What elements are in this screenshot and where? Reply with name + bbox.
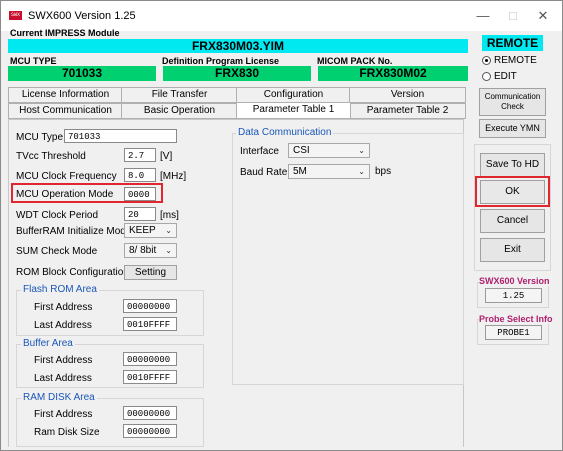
chevron-down-icon: ⌄ (358, 167, 365, 176)
mcu-type-field[interactable]: 701033 (64, 129, 177, 143)
flash-last-label: Last Address (34, 320, 92, 331)
sum-check-label: SUM Check Mode (16, 246, 98, 257)
execute-ymn-button[interactable]: Execute YMN (479, 119, 546, 138)
chevron-down-icon: ⌄ (358, 146, 365, 155)
buffer-first-label: First Address (34, 355, 93, 366)
flash-first-field[interactable]: 00000000 (123, 299, 177, 313)
baud-unit: bps (375, 166, 392, 177)
swx-version-value: 1.25 (485, 288, 542, 303)
save-to-hd-button[interactable]: Save To HD (480, 153, 545, 177)
tab-parameter-table-1[interactable]: Parameter Table 1 (236, 102, 351, 119)
bufferram-init-label: BufferRAM Initialize Mode (16, 226, 132, 237)
communication-check-button[interactable]: Communication Check (479, 88, 546, 116)
flash-last-field[interactable]: 0010FFFF (123, 317, 177, 331)
main-window: SWX SWX600 Version 1.25 — □ ✕ Current IM… (0, 0, 563, 451)
baud-rate-label: Baud Rate (240, 167, 288, 178)
tab-parameter-table-2[interactable]: Parameter Table 2 (349, 103, 466, 119)
buffer-area-title: Buffer Area (21, 338, 75, 349)
comm-check-line2: Check (501, 102, 524, 111)
minimize-icon[interactable]: — (468, 7, 498, 25)
cancel-button[interactable]: Cancel (480, 209, 545, 233)
def-license-label: Definition Program License (162, 56, 280, 66)
tab-basic-operation[interactable]: Basic Operation (121, 103, 238, 119)
flash-rom-title: Flash ROM Area (21, 284, 99, 295)
edit-radio-label: EDIT (494, 71, 517, 82)
rom-block-label: ROM Block Configuration (16, 267, 129, 278)
def-license-value: FRX830 (163, 66, 311, 81)
buffer-last-label: Last Address (34, 373, 92, 384)
micom-pack-value: FRX830M02 (318, 66, 468, 81)
micom-pack-label: MICOM PACK No. (317, 56, 393, 66)
window-title: SWX600 Version 1.25 (28, 10, 136, 22)
rom-block-setting-button[interactable]: Setting (124, 265, 177, 280)
probe-select-value: PROBE1 (485, 325, 542, 340)
wdt-field[interactable]: 20 (124, 207, 156, 221)
remote-badge: REMOTE (482, 35, 543, 51)
flash-first-label: First Address (34, 302, 93, 313)
buffer-last-field[interactable]: 0010FFFF (123, 370, 177, 384)
ramdisk-size-label: Ram Disk Size (34, 427, 100, 438)
module-label: Current IMPRESS Module (10, 28, 120, 38)
tab-license-information[interactable]: License Information (8, 87, 123, 103)
tvcc-unit: [V] (160, 151, 173, 162)
baud-rate-select[interactable]: 5M ⌄ (288, 164, 370, 179)
tvcc-field[interactable]: 2.7 (124, 148, 156, 162)
tab-configuration[interactable]: Configuration (236, 87, 351, 103)
remote-radio-label: REMOTE (494, 55, 537, 66)
mcu-op-mode-label: MCU Operation Mode (16, 189, 114, 200)
comm-check-line1: Communication (484, 92, 541, 101)
sum-check-select[interactable]: 8/ 8bit ⌄ (124, 243, 177, 258)
remote-radio[interactable] (482, 56, 491, 65)
baud-rate-value: 5M (293, 166, 307, 177)
mcu-clock-field[interactable]: 8.0 (124, 168, 156, 182)
tab-file-transfer[interactable]: File Transfer (121, 87, 238, 103)
wdt-unit: [ms] (160, 210, 179, 221)
ramdisk-first-label: First Address (34, 409, 93, 420)
bufferram-init-value: KEEP (129, 225, 156, 236)
title-bar: SWX SWX600 Version 1.25 — □ ✕ (1, 1, 562, 31)
sum-check-value: 8/ 8bit (129, 245, 157, 256)
buffer-first-field[interactable]: 00000000 (123, 352, 177, 366)
chevron-down-icon: ⌄ (165, 226, 172, 235)
ramdisk-size-field[interactable]: 00000000 (123, 424, 177, 438)
edit-radio[interactable] (482, 72, 491, 81)
ram-disk-title: RAM DISK Area (21, 392, 97, 403)
bufferram-init-select[interactable]: KEEP ⌄ (124, 223, 177, 238)
tab-version[interactable]: Version (349, 87, 466, 103)
interface-select[interactable]: CSI ⌄ (288, 143, 370, 158)
mcu-clock-label: MCU Clock Frequency (16, 171, 117, 182)
mcu-type-header-label: MCU TYPE (10, 56, 57, 66)
maximize-icon[interactable]: □ (498, 7, 528, 25)
module-value: FRX830M03.YIM (8, 39, 468, 53)
ramdisk-first-field[interactable]: 00000000 (123, 406, 177, 420)
chevron-down-icon: ⌄ (165, 246, 172, 255)
mcu-clock-unit: [MHz] (160, 171, 187, 182)
wdt-label: WDT Clock Period (16, 210, 99, 221)
ok-button[interactable]: OK (480, 180, 545, 204)
tvcc-label: TVcc Threshold (16, 151, 86, 162)
interface-label: Interface (240, 146, 279, 157)
app-icon: SWX (9, 11, 22, 20)
data-comm-title: Data Communication (236, 127, 334, 138)
mcu-type-label: MCU Type (16, 132, 64, 143)
close-icon[interactable]: ✕ (528, 7, 558, 25)
probe-select-label: Probe Select Info (479, 314, 553, 324)
mcu-type-header-value: 701033 (8, 66, 156, 81)
exit-button[interactable]: Exit (480, 238, 545, 262)
swx-version-label: SWX600 Version (479, 276, 550, 286)
mcu-op-mode-field[interactable]: 0000 (124, 187, 156, 201)
interface-value: CSI (293, 145, 310, 156)
tab-host-communication[interactable]: Host Communication (8, 103, 123, 119)
